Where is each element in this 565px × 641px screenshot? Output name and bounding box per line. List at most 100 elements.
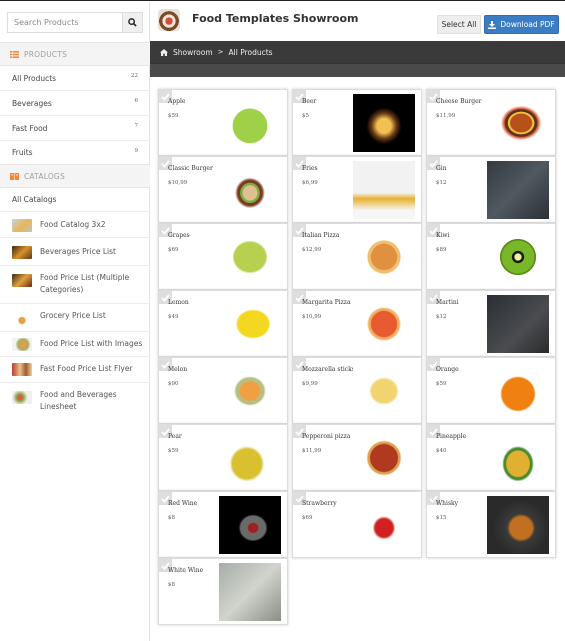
product-card[interactable]: Grapes $69 (158, 223, 288, 290)
item-count: 6 (134, 98, 139, 104)
product-card[interactable]: Italian Pizza $12,99 (292, 223, 422, 290)
breadcrumb: Showroom > All Products (150, 41, 565, 63)
product-card[interactable]: Lemon $49 (158, 290, 288, 357)
product-name: Cheese Burger (436, 98, 482, 105)
product-price: $15 (436, 515, 447, 521)
product-name: Martini (436, 299, 459, 306)
sidebar-item-label: All Products (12, 73, 57, 83)
product-card[interactable]: Margarita Pizza $10,99 (292, 290, 422, 357)
product-price: $59 (168, 448, 179, 454)
product-price: $40 (436, 448, 447, 454)
product-name: Kiwi (436, 232, 450, 239)
product-price: $69 (168, 247, 179, 253)
download-pdf-button[interactable]: Download PDF (484, 15, 559, 34)
item-count: 7 (134, 123, 139, 129)
product-card[interactable]: Melon $90 (158, 357, 288, 424)
product-card[interactable]: Martini $12 (426, 290, 556, 357)
product-card[interactable]: Kiwi $89 (426, 223, 556, 290)
sidebar-item-label: Fruits (12, 148, 33, 157)
product-name: Pineapple (436, 433, 467, 440)
product-price: $9,99 (302, 381, 318, 387)
list-icon (10, 50, 19, 58)
product-card[interactable]: Pear $59 (158, 424, 288, 491)
product-image (353, 161, 415, 219)
product-image (487, 362, 549, 420)
product-price: $89 (436, 247, 447, 253)
catalog-thumbnail (12, 391, 32, 404)
product-card[interactable]: Beer $5 (292, 89, 422, 156)
product-card[interactable]: Gin $12 (426, 156, 556, 223)
catalog-item-food-beverages-linesheet[interactable]: Food and Beverages Linesheet (0, 383, 150, 419)
product-card[interactable]: Orange $59 (426, 357, 556, 424)
catalog-label: Beverages Price List (40, 247, 116, 256)
item-count: 22 (131, 73, 138, 79)
product-name: Lemon (168, 299, 189, 306)
product-image (487, 496, 549, 554)
product-card[interactable]: Pineapple $40 (426, 424, 556, 491)
breadcrumb-all-products: All Products (228, 47, 273, 57)
product-image (219, 362, 281, 420)
product-image (219, 563, 281, 621)
product-name: Classic Burger (168, 165, 213, 172)
sidebar-item-fruits[interactable]: Fruits 9 (0, 141, 150, 164)
product-price: $59 (168, 113, 179, 119)
product-price: $59 (436, 381, 447, 387)
product-card[interactable]: Strawberry $69 (292, 491, 422, 558)
product-name: Gin (436, 165, 447, 172)
search-button[interactable] (122, 13, 142, 32)
product-name: Pear (168, 433, 182, 440)
search-icon (128, 18, 137, 27)
page-title: Food Templates Showroom (192, 12, 359, 25)
catalog-item-food-price-list-images[interactable]: Food Price List with Images (0, 332, 150, 357)
catalog-label: Food Price List with Images (40, 339, 143, 348)
product-card[interactable]: Mozzarella sticks $9,99 (292, 357, 422, 424)
catalog-item-beverages-price-list[interactable]: Beverages Price List (0, 238, 150, 266)
product-card[interactable]: Fries $6,99 (292, 156, 422, 223)
sidebar-item-label: Beverages (12, 98, 52, 108)
catalog-item-fast-food-flyer[interactable]: Fast Food Price List Flyer (0, 357, 150, 383)
product-image (219, 94, 281, 152)
product-image (487, 295, 549, 353)
search-input[interactable] (8, 13, 122, 32)
product-image (219, 429, 281, 487)
sidebar-item-beverages[interactable]: Beverages 6 (0, 91, 150, 116)
product-price: $69 (302, 515, 313, 521)
product-card[interactable]: Classic Burger $10,99 (158, 156, 288, 223)
product-name: White Wine (168, 567, 204, 574)
product-price: $8 (168, 515, 175, 521)
product-card[interactable]: Red Wine $8 (158, 491, 288, 558)
product-card[interactable]: Cheese Burger $11,99 (426, 89, 556, 156)
catalog-item-food-catalog-3x2[interactable]: Food Catalog 3x2 (0, 212, 150, 238)
product-price: $10,99 (302, 314, 322, 320)
product-card[interactable]: Pepperoni pizza $11,99 (292, 424, 422, 491)
products-section-header: PRODUCTS (0, 42, 150, 66)
product-price: $90 (168, 381, 179, 387)
product-card[interactable]: Apple $59 (158, 89, 288, 156)
catalog-item-grocery-price-list[interactable]: Grocery Price List (0, 304, 150, 332)
download-icon (488, 20, 497, 29)
breadcrumb-showroom[interactable]: Showroom (173, 48, 213, 57)
app-window: PRODUCTS All Products 22 Beverages 6 Fas… (0, 0, 565, 641)
breadcrumb-separator: > (217, 48, 224, 56)
product-card[interactable]: Whisky $15 (426, 491, 556, 558)
sidebar-item-all-products[interactable]: All Products 22 (0, 66, 150, 91)
catalog-label: Grocery Price List (40, 311, 106, 320)
select-all-button[interactable]: Select All (437, 15, 481, 34)
sidebar-item-all-catalogs[interactable]: All Catalogs (0, 188, 150, 212)
product-image (487, 429, 549, 487)
catalog-item-food-price-list-multiple[interactable]: Food Price List (Multiple Categories) (0, 266, 150, 304)
sidebar-item-label: All Catalogs (12, 195, 57, 204)
sidebar-item-fast-food[interactable]: Fast Food 7 (0, 116, 150, 141)
product-card[interactable]: White Wine $8 (158, 558, 288, 625)
product-price: $49 (168, 314, 179, 320)
catalog-thumbnail (12, 363, 32, 376)
product-price: $12 (436, 180, 447, 186)
home-icon[interactable] (160, 48, 168, 56)
product-image (487, 94, 549, 152)
product-image (487, 161, 549, 219)
product-name: Grapes (168, 232, 190, 239)
product-price: $10,99 (168, 180, 188, 186)
catalog-thumbnail (12, 219, 32, 232)
catalog-thumbnail (12, 274, 32, 287)
products-heading: PRODUCTS (24, 49, 68, 59)
